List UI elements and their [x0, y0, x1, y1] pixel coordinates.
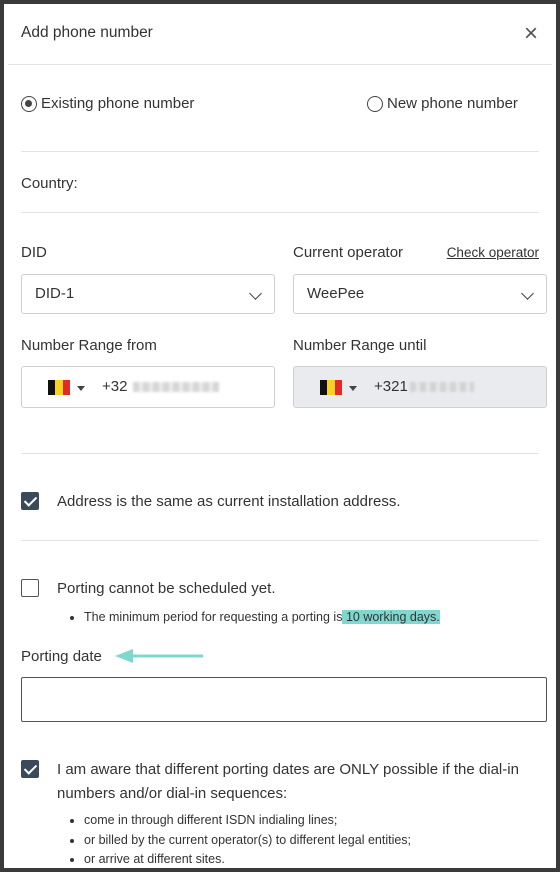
- redacted-digits: [409, 382, 474, 393]
- belgium-flag-icon: [320, 380, 342, 395]
- porting-note-list: The minimum period for requesting a port…: [66, 608, 440, 628]
- list-item: or arrive at different sites.: [84, 850, 411, 868]
- divider: [21, 212, 539, 213]
- list-item: come in through different ISDN indialing…: [84, 811, 411, 831]
- range-from-input[interactable]: +32: [21, 366, 275, 408]
- range-from-number: +32: [102, 378, 220, 395]
- chevron-down-icon: [249, 287, 262, 300]
- radio-existing-label: Existing phone number: [41, 95, 195, 112]
- range-until-number: +321: [374, 378, 474, 395]
- close-icon[interactable]: ×: [524, 22, 538, 46]
- caret-down-icon[interactable]: [77, 386, 85, 391]
- porting-date-label: Porting date: [21, 648, 102, 665]
- did-select[interactable]: DID-1: [21, 274, 275, 314]
- radio-checked-icon[interactable]: [21, 95, 37, 112]
- porting-unscheduled-checkbox[interactable]: [21, 579, 39, 597]
- radio-unchecked-icon[interactable]: [367, 95, 383, 112]
- operator-select-value: WeePee: [307, 285, 365, 302]
- awareness-text: I am aware that different porting dates …: [57, 761, 519, 802]
- porting-note-text: The minimum period for requesting a port…: [84, 610, 343, 624]
- caret-down-icon: [349, 386, 357, 391]
- did-label: DID: [21, 244, 47, 261]
- radio-new-number[interactable]: New phone number: [367, 95, 518, 112]
- annotation-arrow-icon: [115, 649, 203, 663]
- range-from-prefix: +32: [102, 378, 128, 395]
- dialog-frame: Add phone number × Existing phone number…: [0, 0, 560, 872]
- dialog-title: Add phone number: [21, 24, 153, 41]
- porting-unscheduled-label: Porting cannot be scheduled yet.: [57, 580, 276, 597]
- range-until-prefix: +321: [374, 378, 408, 395]
- belgium-flag-icon[interactable]: [48, 380, 70, 395]
- range-from-label: Number Range from: [21, 337, 157, 354]
- awareness-list: come in through different ISDN indialing…: [66, 811, 411, 868]
- redacted-digits: [133, 382, 220, 393]
- divider: [21, 151, 539, 152]
- porting-note-highlight: 10 working days.: [342, 610, 440, 624]
- range-until-label: Number Range until: [293, 337, 427, 354]
- radio-existing-number[interactable]: Existing phone number: [21, 95, 194, 112]
- address-same-checkbox[interactable]: [21, 492, 39, 510]
- operator-select[interactable]: WeePee: [293, 274, 547, 314]
- dialog-header: Add phone number ×: [8, 8, 552, 65]
- did-select-value: DID-1: [35, 285, 75, 302]
- check-operator-link[interactable]: Check operator: [447, 245, 539, 260]
- add-phone-number-dialog: Add phone number × Existing phone number…: [8, 8, 552, 866]
- porting-note: The minimum period for requesting a port…: [84, 608, 440, 628]
- porting-date-input[interactable]: [21, 677, 547, 722]
- divider: [21, 540, 539, 541]
- list-item: or billed by the current operator(s) to …: [84, 831, 411, 851]
- divider: [21, 453, 539, 454]
- country-label: Country:: [21, 175, 78, 192]
- range-until-input: +321: [293, 366, 547, 408]
- awareness-checkbox[interactable]: [21, 760, 39, 778]
- address-same-label: Address is the same as current installat…: [57, 493, 401, 510]
- chevron-down-icon: [521, 287, 534, 300]
- radio-new-label: New phone number: [387, 95, 518, 112]
- current-operator-label: Current operator: [293, 244, 404, 261]
